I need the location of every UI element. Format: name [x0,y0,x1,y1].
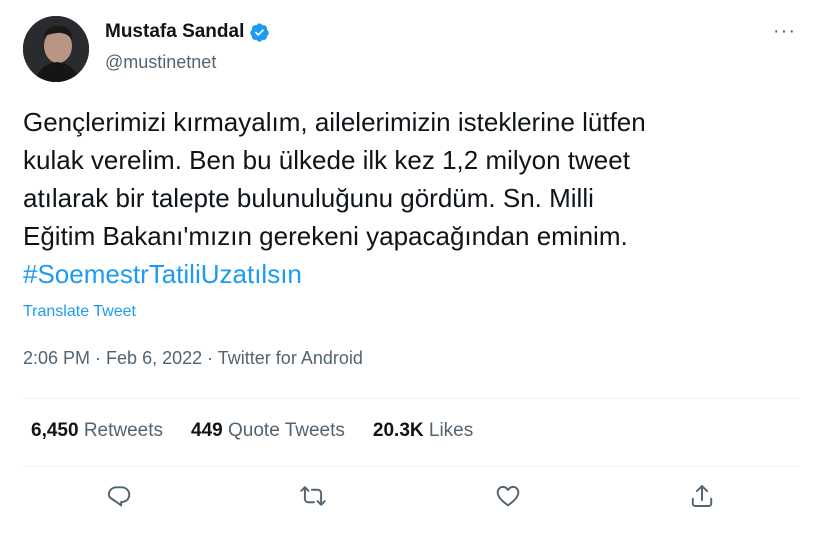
retweets-label: Retweets [83,420,164,441]
divider [23,466,800,467]
quote-tweets-stat[interactable]: 449 Quote Tweets [191,420,345,442]
reply-button[interactable] [99,476,139,516]
tweet-text-line: kulak verelim. Ben bu ülkede ilk kez 1,2… [23,145,630,175]
author-handle[interactable]: @mustinetnet [105,52,216,73]
like-button[interactable] [488,476,528,516]
avatar[interactable] [23,16,89,82]
retweet-icon [300,486,326,506]
likes-count: 20.3K [372,420,424,441]
meta-separator: · [90,348,107,368]
tweet-header: Mustafa Sandal @mustinetnet ··· [23,16,800,84]
tweet-text: Gençlerimizi kırmayalım, ailelerimizin i… [23,103,793,293]
tweet-stats: 6,450 Retweets 449 Quote Tweets 20.3K Li… [31,420,501,442]
tweet-actions [0,476,820,524]
translate-tweet-link[interactable]: Translate Tweet [23,303,136,321]
tweet-time[interactable]: 2:06 PM [23,348,90,368]
verified-badge-icon [249,22,270,43]
tweet-date[interactable]: Feb 6, 2022 [106,348,202,368]
likes-label: Likes [428,420,474,441]
author-name[interactable]: Mustafa Sandal [105,21,244,43]
retweets-stat[interactable]: 6,450 Retweets [31,420,163,442]
retweets-count: 6,450 [31,420,79,441]
tweet-source[interactable]: Twitter for Android [218,348,363,368]
quote-tweets-label: Quote Tweets [228,420,345,441]
share-button[interactable] [682,476,722,516]
hashtag-link[interactable]: #SoemestrTatiliUzatılsın [23,255,793,293]
tweet-text-line: atılarak bir talepte bulunuluğunu gördüm… [23,183,594,213]
meta-separator: · [202,348,218,368]
retweet-button[interactable] [293,476,333,516]
heart-icon [496,485,520,507]
more-icon[interactable]: ··· [773,20,796,43]
share-icon [691,485,713,507]
quote-tweets-count: 449 [191,420,223,441]
likes-stat[interactable]: 20.3K Likes [373,420,473,442]
tweet-text-line: Gençlerimizi kırmayalım, ailelerimizin i… [23,107,646,137]
author-name-row: Mustafa Sandal [105,21,270,43]
tweet-meta: 2:06 PM · Feb 6, 2022 · Twitter for Andr… [23,348,363,369]
divider [23,398,800,399]
reply-icon [107,486,131,507]
tweet-text-line: Eğitim Bakanı'mızın gerekeni yapacağında… [23,221,628,251]
